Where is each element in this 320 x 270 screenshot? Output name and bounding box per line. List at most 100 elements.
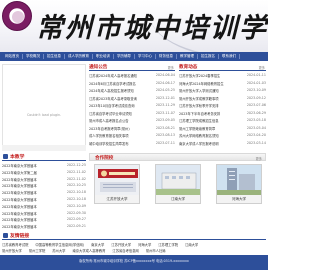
left-item-title[interactable]: 2022年南京大学第二届 [2, 170, 37, 175]
friend-link[interactable]: 南京大学成人高等教育 [72, 248, 105, 253]
left-item-title[interactable]: 2022年南京大学首届本 [2, 217, 37, 222]
friend-link[interactable]: 中国高等教育学生信息网(学信网) [35, 242, 84, 247]
friend-link[interactable]: 江苏省教育考试院 [2, 242, 28, 247]
friend-link[interactable]: 常州工学院 [29, 248, 45, 253]
notice-more-link[interactable]: 更多 [168, 65, 174, 70]
notice-item-title[interactable]: 江苏省2024年成人高考报名通知 [89, 73, 137, 78]
left-item[interactable]: 2022年南京大学首届本 2022-11-02 [2, 177, 86, 182]
news-item-title[interactable]: 常州开放大学成教学籍事项 [179, 96, 219, 101]
left-item-title[interactable]: 2022年南京大学首届本 [2, 190, 37, 195]
news-panel-header: 教育动态 更多 [179, 64, 266, 71]
slider-controls[interactable] [2, 145, 86, 151]
left-item[interactable]: 2022年南京大学首届本 2022-09-30 [2, 211, 86, 216]
news-item[interactable]: 南京大学成人学历报考说明 2023-03-14 [179, 141, 266, 146]
notice-item-date: 2023-08-21 [155, 125, 175, 130]
news-item-title[interactable]: 2023年下半年自考考务安排 [179, 111, 220, 116]
left-item[interactable]: 2022年南京大学第二届 2022-11-02 [2, 170, 86, 175]
news-item[interactable]: 常州工学院继续教育简章 2023-05-04 [179, 126, 266, 131]
news-item[interactable]: 河海大学2024年网络教育招生 2024-01-03 [179, 81, 266, 86]
nav-item[interactable]: 成人学历教育 [65, 54, 93, 59]
left-item-date: 2022-09-30 [66, 210, 86, 215]
notice-item[interactable]: 常州市成人高考报名点公告 2023-09-05 [89, 118, 175, 123]
notice-item-title[interactable]: 2024年成人高校招生报考须知 [89, 88, 134, 93]
news-item-title[interactable]: 常州工学院继续教育简章 [179, 126, 215, 131]
notice-item[interactable]: 2024年6月江苏省自学考试报名 2024-06-17 [89, 81, 175, 86]
notice-item-title[interactable]: 2024年6月江苏省自学考试报名 [89, 81, 136, 86]
left-item-title[interactable]: 2022年南京大学首届本 [2, 197, 37, 202]
notice-item[interactable]: 成人学历教育报名相关事项 2023-08-13 [89, 133, 175, 138]
campus-more-link[interactable]: 更多 [256, 156, 262, 161]
news-item[interactable]: 江苏理工学院成教招生信息 2023-05-18 [179, 118, 266, 123]
nav-item[interactable]: 招生信息 [44, 54, 65, 59]
notice-item[interactable]: 2023年10月自学考试成绩查询 2023-11-29 [89, 103, 175, 108]
nav-item[interactable]: 职业培训 [93, 54, 114, 59]
nav-item[interactable]: 学历辅导 [114, 54, 135, 59]
notice-item-title[interactable]: 城中培训学校招生简章发布 [89, 141, 129, 146]
friend-link[interactable]: 江南大学 [185, 242, 198, 247]
news-more-link[interactable]: 更多 [259, 65, 265, 70]
left-item-title[interactable]: 2022年南京大学首届本 [2, 163, 37, 168]
friend-link[interactable]: 常州开放大学 [2, 248, 22, 253]
left-item-title[interactable]: 2022年南京大学首届本 [2, 177, 37, 182]
news-item[interactable]: 常州开放大学入学测试通知 2023-10-09 [179, 88, 266, 93]
news-item-title[interactable]: 南京大学成人学历报考说明 [179, 141, 219, 146]
news-item[interactable]: 2023年下半年自考考务安排 2023-06-29 [179, 111, 266, 116]
left-item-title[interactable]: 2022年南京大学首届本 [2, 211, 37, 216]
campus-card[interactable]: 江苏开放大学 [94, 164, 140, 204]
news-item[interactable]: 江苏开放大学秋季开学安排 2023-07-06 [179, 103, 266, 108]
left-item-title[interactable]: 2022年南京大学首届本 [2, 224, 37, 229]
left-item[interactable]: 2022年南京大学首届本 2022-10-18 [2, 190, 86, 195]
nav-item[interactable]: 网站首页 [2, 54, 23, 59]
notice-item-title[interactable]: 江苏省2023年成人高考录取查询 [89, 96, 137, 101]
left-item[interactable]: 2022年南京大学首届本 2022-09-27 [2, 217, 86, 222]
site-header: 常州市城中培训学校 [0, 0, 268, 52]
notice-item[interactable]: 2024年成人高校招生报考须知 2024-05-25 [89, 88, 175, 93]
left-item-date: 2022-12-25 [66, 163, 86, 167]
left-item[interactable]: 2022年南京大学首届本 2022-10-09 [2, 204, 86, 209]
notice-item-title[interactable]: 2023年自考报考简章(常州) [89, 126, 130, 131]
notice-item[interactable]: 城中培训学校招生简章发布 2023-07-11 [89, 141, 175, 146]
notice-item-date: 2023-11-07 [155, 110, 175, 115]
left-item[interactable]: 2022年南京大学首届本 2022-10-18 [2, 197, 86, 202]
friend-link[interactable]: 苏州大学 [52, 248, 65, 253]
news-item[interactable]: 苏州大学网络教育报名须知 2023-04-20 [179, 133, 266, 138]
notice-item[interactable]: 江苏省自学考试毕业申请须知 2023-11-07 [89, 111, 175, 116]
nav-item[interactable]: 学校概况 [23, 54, 44, 59]
nav-item[interactable]: 教学管理 [177, 54, 198, 59]
nav-item[interactable]: 联系我们 [219, 54, 240, 59]
notice-item-title[interactable]: 成人学历教育报名相关事项 [89, 133, 129, 138]
friend-link[interactable]: 江苏理工学院 [158, 242, 178, 247]
nav-item[interactable]: 学习中心 [135, 54, 156, 59]
campus-card[interactable]: 江南大学 [155, 164, 201, 204]
notice-item[interactable]: 江苏省2023年成人高考录取查询 2023-12-01 [89, 96, 175, 101]
friend-link[interactable]: 南京大学 [91, 242, 104, 247]
news-item[interactable]: 江苏开放大学2024春季招生 2024-01-11 [179, 73, 266, 78]
nav-item[interactable]: 财务信息 [156, 54, 177, 59]
notice-item-title[interactable]: 江苏省自学考试毕业申请须知 [89, 111, 132, 116]
left-item-title[interactable]: 2022年南京大学首届本 [2, 204, 37, 209]
news-item-title[interactable]: 河海大学2024年网络教育招生 [179, 81, 224, 86]
news-item-title[interactable]: 江苏开放大学2024春季招生 [179, 73, 220, 78]
left-item[interactable]: 2022年南京大学首届本 2022-12-25 [2, 163, 86, 168]
notice-item[interactable]: 2023年自考报考简章(常州) 2023-08-21 [89, 126, 175, 131]
school-logo[interactable] [2, 1, 32, 31]
news-item[interactable]: 常州开放大学成教学籍事项 2023-09-12 [179, 96, 266, 101]
news-item-title[interactable]: 苏州大学网络教育报名须知 [179, 133, 219, 138]
news-item-title[interactable]: 江苏开放大学秋季开学安排 [179, 103, 219, 108]
news-item-title[interactable]: 常州开放大学入学测试通知 [179, 88, 219, 93]
image-slider[interactable]: Couldn't load plugin. [2, 64, 86, 146]
friend-link[interactable]: 常州市人社局 [146, 248, 166, 253]
notice-item[interactable]: 江苏省2024年成人高考报名通知 2024-06-04 [89, 73, 175, 78]
news-item-title[interactable]: 江苏理工学院成教招生信息 [179, 118, 219, 123]
campus-card[interactable]: 河海大学 [216, 164, 262, 204]
friend-link[interactable]: 江苏开放大学 [111, 242, 131, 247]
links-header: 友情链接 [2, 232, 266, 240]
notice-item-title[interactable]: 常州市成人高考报名点公告 [89, 118, 129, 123]
left-item[interactable]: 2022年南京大学首届本 2022-09-21 [2, 224, 86, 229]
left-item-title[interactable]: 2022年南京大学首届本 [2, 183, 37, 188]
friend-link[interactable]: 江苏省自考信息网 [112, 248, 138, 253]
notice-item-title[interactable]: 2023年10月自学考试成绩查询 [89, 103, 135, 108]
left-item[interactable]: 2022年南京大学首届本 2022-10-25 [2, 183, 86, 188]
friend-link[interactable]: 河海大学 [138, 242, 151, 247]
nav-item[interactable]: 招生报名 [198, 54, 219, 59]
